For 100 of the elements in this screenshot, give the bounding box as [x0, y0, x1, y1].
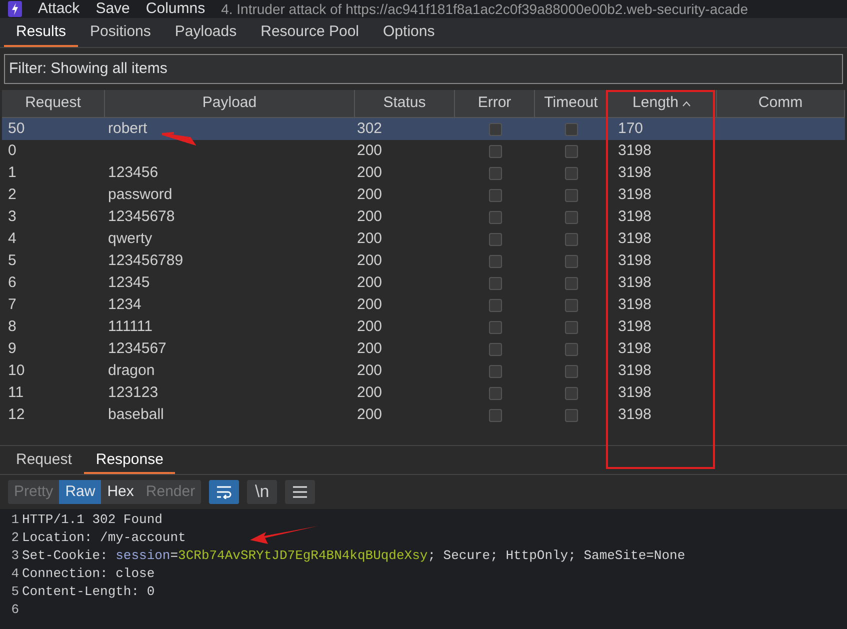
checkbox[interactable] — [565, 298, 578, 312]
table-cell: 0 — [8, 142, 16, 159]
table-row[interactable]: 3 12345678 200 3198 — [2, 206, 845, 228]
table-cell: 3198 — [618, 274, 652, 291]
menu-button[interactable] — [285, 480, 316, 504]
checkbox[interactable] — [488, 144, 502, 158]
view-mode-button[interactable]: Raw — [59, 480, 102, 504]
column-header[interactable]: Error — [455, 90, 535, 117]
tab[interactable]: Options — [371, 19, 447, 47]
checkbox[interactable] — [488, 254, 502, 268]
table-cell: 3198 — [618, 296, 652, 313]
checkbox[interactable] — [565, 166, 578, 180]
checkbox[interactable] — [488, 210, 502, 224]
view-mode-button[interactable]: Hex — [101, 480, 140, 504]
table-row[interactable]: 4 qwerty 200 3198 — [2, 228, 845, 250]
table-cell: 200 — [357, 142, 382, 159]
column-header[interactable]: Status — [355, 90, 455, 117]
table-row[interactable]: 12 baseball 200 3198 — [2, 404, 845, 426]
filter-bar[interactable]: Filter: Showing all items — [4, 54, 843, 84]
menu-item[interactable]: Save — [96, 0, 130, 20]
table-cell: 3198 — [618, 362, 652, 379]
checkbox[interactable] — [488, 386, 502, 400]
table-cell: 1234567 — [108, 340, 166, 357]
table-row[interactable]: 7 1234 200 3198 — [2, 294, 845, 316]
table-cell: 200 — [357, 274, 382, 291]
table-cell: 3198 — [618, 252, 652, 269]
table-cell: qwerty — [108, 230, 152, 247]
table-cell: 200 — [357, 186, 382, 203]
table-cell: 3198 — [618, 230, 652, 247]
column-header[interactable]: Comm — [717, 90, 845, 117]
checkbox[interactable] — [565, 254, 578, 268]
line-number: 2 — [10, 529, 20, 548]
table-cell: 123456789 — [108, 252, 184, 269]
menu-item[interactable]: Attack — [38, 0, 80, 20]
column-label: Timeout — [544, 93, 598, 114]
checkbox[interactable] — [488, 166, 502, 180]
code-line: Connection: close — [22, 565, 155, 584]
tab[interactable]: Response — [84, 448, 176, 474]
table-cell: 200 — [357, 340, 382, 357]
checkbox[interactable] — [488, 188, 502, 202]
table-cell: 302 — [357, 120, 382, 137]
checkbox[interactable] — [488, 232, 502, 246]
checkbox[interactable] — [565, 386, 578, 400]
table-cell: 3 — [8, 208, 16, 225]
checkbox[interactable] — [488, 298, 502, 312]
table-row[interactable]: 0 200 3198 — [2, 140, 845, 162]
column-header[interactable]: Payload — [105, 90, 355, 117]
table-row[interactable]: 9 1234567 200 3198 — [2, 338, 845, 360]
menu-item[interactable]: Columns — [146, 0, 206, 20]
table-row[interactable]: 11 123123 200 3198 — [2, 382, 845, 404]
checkbox[interactable] — [565, 144, 578, 158]
table-cell: 3198 — [618, 186, 652, 203]
table-cell: 200 — [357, 296, 382, 313]
table-cell: 1 — [8, 164, 16, 181]
table-cell: 111111 — [108, 318, 152, 335]
checkbox[interactable] — [565, 364, 578, 378]
table-row[interactable]: 5 123456789 200 3198 — [2, 250, 845, 272]
table-cell: 5 — [8, 252, 16, 269]
checkbox[interactable] — [488, 122, 502, 136]
newline-button[interactable]: \n — [247, 480, 278, 504]
column-header[interactable]: Request — [2, 90, 105, 117]
column-header[interactable]: Timeout — [535, 90, 608, 117]
wrap-button[interactable] — [209, 480, 240, 504]
table-cell: 3198 — [618, 142, 652, 159]
table-cell: 3198 — [618, 384, 652, 401]
table-row[interactable]: 1 123456 200 3198 — [2, 162, 845, 184]
table-row[interactable]: 2 password 200 3198 — [2, 184, 845, 206]
checkbox[interactable] — [565, 342, 578, 356]
table-cell: 3198 — [618, 318, 652, 335]
table-cell: 123123 — [108, 384, 158, 401]
tab[interactable]: Request — [4, 448, 84, 474]
table-row[interactable]: 8 111111 200 3198 — [2, 316, 845, 338]
tab[interactable]: Results — [4, 19, 78, 47]
checkbox[interactable] — [565, 320, 578, 334]
checkbox[interactable] — [488, 408, 502, 422]
checkbox[interactable] — [565, 276, 578, 290]
code-line: Content-Length: 0 — [22, 583, 155, 602]
table-cell: 200 — [357, 164, 382, 181]
table-cell: 7 — [8, 296, 16, 313]
checkbox[interactable] — [565, 210, 578, 224]
checkbox[interactable] — [565, 232, 578, 246]
tab[interactable]: Resource Pool — [248, 19, 372, 47]
tab[interactable]: Positions — [78, 19, 163, 47]
table-cell: 11 — [8, 384, 24, 401]
table-row[interactable]: 10 dragon 200 3198 — [2, 360, 845, 382]
checkbox[interactable] — [565, 188, 578, 202]
checkbox[interactable] — [488, 364, 502, 378]
column-header[interactable]: Length — [608, 90, 717, 117]
checkbox[interactable] — [565, 408, 578, 422]
table-cell: dragon — [108, 362, 155, 379]
table-row[interactable]: 6 12345 200 3198 — [2, 272, 845, 294]
window-title: 4. Intruder attack of https://ac941f181f8a1ac2c0f39a88000e00b2.web-security-acade — [221, 0, 748, 19]
checkbox[interactable] — [488, 342, 502, 356]
checkbox[interactable] — [488, 320, 502, 334]
checkbox[interactable] — [488, 276, 502, 290]
tab[interactable]: Payloads — [162, 19, 249, 47]
table-row[interactable]: 50 robert 302 170 — [2, 118, 845, 140]
table-cell: 200 — [357, 252, 382, 269]
table-cell: robert — [108, 120, 148, 137]
checkbox[interactable] — [565, 122, 578, 136]
